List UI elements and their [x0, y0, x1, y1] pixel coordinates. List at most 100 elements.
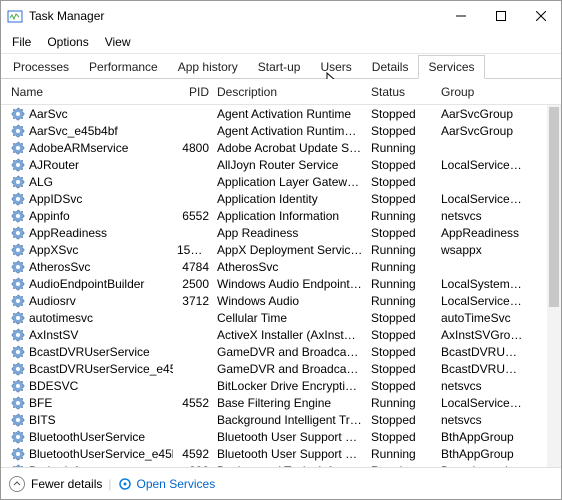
col-pid[interactable]: PID	[173, 80, 213, 104]
fewer-details-link[interactable]: Fewer details	[31, 477, 102, 491]
table-row[interactable]: BITSBackground Intelligent Transfer Serv…	[1, 411, 561, 428]
tab-bar: Processes Performance App history Start-…	[1, 54, 561, 79]
service-group: AarSvcGroup	[437, 124, 527, 138]
menu-file[interactable]: File	[5, 32, 38, 52]
table-row[interactable]: autotimesvc Cellular TimeStoppedautoTimeS…	[1, 309, 561, 326]
service-description: Application Identity	[213, 192, 367, 206]
service-name: Appinfo	[29, 209, 70, 223]
table-row[interactable]: BcastDVRUserServiceGameDVR and Broadcast…	[1, 343, 561, 360]
table-row[interactable]: Appinfo6552Application InformationRunnin…	[1, 207, 561, 224]
vertical-scrollbar[interactable]	[547, 105, 561, 467]
table-row[interactable]: AdobeARMservice4800Adobe Acrobat Update …	[1, 139, 561, 156]
service-group: autoTimeSvc	[437, 311, 527, 325]
gear-icon	[11, 260, 25, 274]
service-group: BthAppGroup	[437, 430, 527, 444]
tab-details[interactable]: Details	[362, 55, 419, 79]
services-grid[interactable]: Name PID Description Status Group AarSvc…	[1, 79, 561, 467]
service-pid: 15504	[173, 243, 213, 257]
service-group: LocalServiceN...	[437, 192, 527, 206]
table-row[interactable]: BFE4552Base Filtering EngineRunningLocal…	[1, 394, 561, 411]
service-status: Stopped	[367, 362, 437, 376]
service-status: Running	[367, 277, 437, 291]
table-row[interactable]: AppIDSvcApplication IdentityStoppedLocal…	[1, 190, 561, 207]
menu-view[interactable]: View	[98, 32, 138, 52]
gear-icon	[11, 175, 25, 189]
close-button[interactable]	[521, 1, 561, 31]
tab-services[interactable]: Services	[418, 55, 484, 79]
service-group: netsvcs	[437, 209, 527, 223]
service-status: Stopped	[367, 413, 437, 427]
service-status: Running	[367, 447, 437, 461]
table-row[interactable]: BrokerInfrastructure288Background Tasks …	[1, 462, 561, 467]
service-status: Running	[367, 260, 437, 274]
gear-icon	[11, 294, 25, 308]
service-name: BcastDVRUserService_e45b...	[29, 362, 173, 376]
col-name[interactable]: Name	[7, 80, 173, 104]
table-row[interactable]: ALGApplication Layer Gateway ServiceStop…	[1, 173, 561, 190]
table-row[interactable]: BcastDVRUserService_e45b... GameDVR and B…	[1, 360, 561, 377]
table-row[interactable]: AarSvc_e45b4bfAgent Activation Runtime_e…	[1, 122, 561, 139]
table-row[interactable]: AppReadinessApp ReadinessStoppedAppReadi…	[1, 224, 561, 241]
table-row[interactable]: AtherosSvc4784AtherosSvcRunning	[1, 258, 561, 275]
service-name: AdobeARMservice	[29, 141, 128, 155]
menu-options[interactable]: Options	[40, 32, 95, 52]
service-description: GameDVR and Broadcast User Servic...	[213, 362, 367, 376]
service-group: wsappx	[437, 243, 527, 257]
service-description: AppX Deployment Service (AppXSVC)	[213, 243, 367, 257]
col-group[interactable]: Group	[437, 80, 527, 104]
service-description: Bluetooth User Support Service	[213, 430, 367, 444]
tab-performance[interactable]: Performance	[79, 55, 168, 79]
service-group: LocalSystemN...	[437, 277, 527, 291]
service-pid: 6552	[173, 209, 213, 223]
table-row[interactable]: BDESVCBitLocker Drive Encryption Service…	[1, 377, 561, 394]
table-row[interactable]: AJRouterAllJoyn Router ServiceStoppedLoc…	[1, 156, 561, 173]
service-status: Stopped	[367, 311, 437, 325]
table-row[interactable]: Audiosrv3712Windows AudioRunningLocalSer…	[1, 292, 561, 309]
col-status[interactable]: Status	[367, 80, 437, 104]
open-services-link[interactable]: Open Services	[118, 477, 216, 491]
table-row[interactable]: AppXSvc15504AppX Deployment Service (App…	[1, 241, 561, 258]
divider: |	[108, 477, 111, 491]
gear-icon	[11, 328, 25, 342]
table-row[interactable]: BluetoothUserService_e45b...4592Bluetoot…	[1, 445, 561, 462]
gear-icon	[11, 413, 25, 427]
table-row[interactable]: AarSvcAgent Activation RuntimeStoppedAar…	[1, 105, 561, 122]
col-description[interactable]: Description	[213, 80, 367, 104]
gear-icon	[11, 226, 25, 240]
service-status: Stopped	[367, 379, 437, 393]
service-pid: 4592	[173, 447, 213, 461]
service-description: Application Information	[213, 209, 367, 223]
tab-app-history[interactable]: App history	[168, 55, 248, 79]
minimize-button[interactable]	[441, 1, 481, 31]
service-description: App Readiness	[213, 226, 367, 240]
service-name: AtherosSvc	[29, 260, 90, 274]
service-group: BcastDVRUser...	[437, 345, 527, 359]
table-row[interactable]: BluetoothUserServiceBluetooth User Suppo…	[1, 428, 561, 445]
service-name: BluetoothUserService_e45b...	[29, 447, 173, 461]
gear-icon	[11, 158, 25, 172]
service-group: LocalServiceN...	[437, 396, 527, 410]
service-status: Stopped	[367, 328, 437, 342]
tab-start-up[interactable]: Start-up	[248, 55, 311, 79]
service-status: Stopped	[367, 192, 437, 206]
gear-icon	[11, 379, 25, 393]
service-name: autotimesvc	[29, 311, 93, 325]
service-group: AxInstSVGroup	[437, 328, 527, 342]
maximize-button[interactable]	[481, 1, 521, 31]
gear-icon	[11, 464, 25, 468]
service-description: Cellular Time	[213, 311, 367, 325]
tab-processes[interactable]: Processes	[3, 55, 79, 79]
chevron-up-icon[interactable]	[9, 476, 25, 492]
table-row[interactable]: AxInstSVActiveX Installer (AxInstSV)Stop…	[1, 326, 561, 343]
menubar: File Options View	[1, 31, 561, 54]
service-status: Running	[367, 464, 437, 468]
tab-users[interactable]: Users	[310, 55, 361, 79]
service-description: Adobe Acrobat Update Service	[213, 141, 367, 155]
service-name: AJRouter	[29, 158, 79, 172]
service-group: DcomLaunch	[437, 464, 527, 468]
service-status: Stopped	[367, 107, 437, 121]
table-row[interactable]: AudioEndpointBuilder2500Windows Audio En…	[1, 275, 561, 292]
service-description: BitLocker Drive Encryption Service	[213, 379, 367, 393]
scrollbar-thumb[interactable]	[549, 107, 559, 307]
service-description: Bluetooth User Support Service_e45b...	[213, 447, 367, 461]
